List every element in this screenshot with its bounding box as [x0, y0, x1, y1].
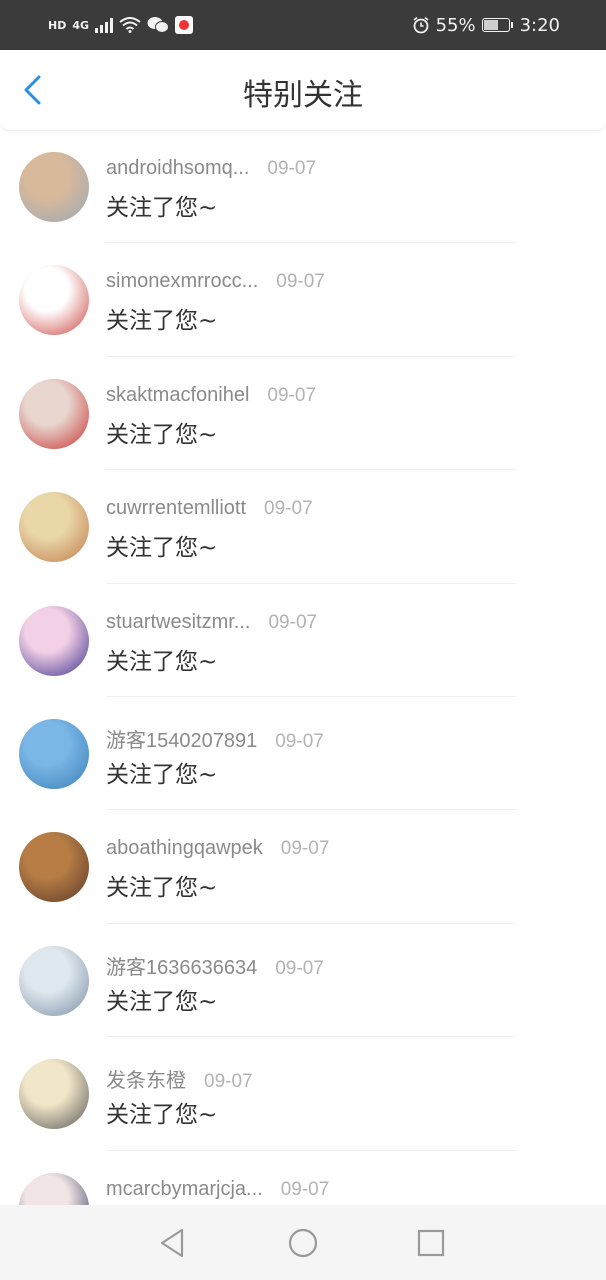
list-item[interactable]: skaktmacfonihel 09-07 关注了您~ — [0, 357, 606, 471]
follow-date: 09-07 — [275, 730, 324, 752]
follow-date: 09-07 — [267, 158, 317, 179]
user-name: simonexmrrocc... 09-07 — [106, 270, 325, 293]
user-name: aboathingqawpek 09-07 — [106, 837, 329, 860]
avatar[interactable] — [19, 945, 89, 1016]
list-item[interactable]: cuwrrentemlliott 09-07 关注了您~ — [0, 470, 606, 584]
user-name-text: 游客1636636634 — [106, 956, 258, 979]
follow-date: 09-07 — [275, 957, 324, 979]
user-name: cuwrrentemlliott 09-07 — [106, 497, 313, 520]
user-name: skaktmacfonihel 09-07 — [106, 384, 316, 407]
list-item[interactable]: mcarcbymarjcja...09-07关注了您~ — [0, 1151, 606, 1205]
battery-icon — [481, 18, 513, 32]
avatar[interactable] — [19, 832, 89, 903]
list-item[interactable]: androidhsomq... 09-07 关注了您~ — [0, 130, 606, 244]
avatar[interactable] — [19, 1172, 89, 1205]
follow-message: 关注了您~ — [106, 648, 218, 675]
user-name: stuartwesitzmr... 09-07 — [106, 611, 317, 634]
user-name-text: aboathingqawpek — [106, 837, 263, 860]
follow-message: 关注了您~ — [106, 195, 218, 221]
follow-date: 09-07 — [264, 498, 313, 520]
follow-message: 关注了您~ — [106, 421, 218, 448]
list-item[interactable]: stuartwesitzmr... 09-07 关注了您~ — [0, 584, 606, 697]
recents-square-icon[interactable] — [415, 1227, 447, 1259]
follow-message: 关注了您~ — [106, 875, 218, 902]
follow-date: 09-07 — [267, 384, 317, 406]
user-name-text: stuartwesitzmr... — [106, 610, 251, 633]
follow-date: 09-07 — [280, 838, 330, 860]
avatar[interactable] — [19, 718, 89, 789]
follow-message: 关注了您~ — [106, 308, 218, 335]
app-notification-icon — [175, 16, 194, 34]
user-name-text: androidhsomq... — [106, 157, 250, 179]
back-triangle-icon[interactable] — [157, 1227, 189, 1259]
avatar[interactable] — [19, 605, 89, 676]
page-title: 特别关注 — [243, 78, 363, 113]
follow-date: 09-07 — [280, 1178, 330, 1200]
user-name-text: cuwrrentemlliott — [106, 497, 247, 520]
battery-percent: 55% — [435, 14, 476, 36]
avatar[interactable] — [19, 378, 89, 449]
user-name: mcarcbymarjcja... 09-07 — [106, 1178, 329, 1201]
system-nav-bar — [0, 1205, 606, 1280]
list-item[interactable]: 发条东橙 09-07 关注了您~ — [0, 1037, 606, 1151]
follow-list: androidhsomq... 09-07 关注了您~ simonexmrrocc..… — [0, 130, 606, 1205]
user-name-text: skaktmacfonihel — [106, 383, 250, 406]
follow-message: 关注了您~ — [106, 535, 218, 562]
user-name-text: 游客1540207891 — [106, 729, 258, 752]
app-header: 特别关注 — [0, 50, 606, 131]
follow-date: 09-07 — [276, 271, 325, 293]
user-name: 游客1540207891 09-07 — [106, 724, 324, 753]
home-circle-icon[interactable] — [287, 1227, 319, 1259]
user-name-text: mcarcbymarjcja... — [106, 1177, 263, 1200]
clock: 3:20 — [519, 14, 560, 36]
follow-date: 09-07 — [268, 611, 318, 633]
list-item[interactable]: 游客1540207891 09-07 关注了您~ — [0, 697, 606, 811]
user-name: 游客1636636634 09-07 — [106, 951, 324, 980]
user-name-text: simonexmrrocc... — [106, 270, 259, 293]
wifi-icon — [119, 17, 141, 33]
avatar[interactable] — [19, 1059, 89, 1130]
hd-icon: HD — [48, 18, 67, 32]
avatar[interactable] — [19, 492, 89, 563]
list-item[interactable]: simonexmrrocc... 09-07 关注了您~ — [0, 243, 606, 357]
user-name-text: 发条东橙 — [106, 1070, 186, 1093]
status-bar: HD 4G 55% 3:20 — [0, 0, 606, 50]
follow-message: 关注了您~ — [106, 1102, 218, 1129]
follow-date: 09-07 — [204, 1071, 253, 1093]
avatar[interactable] — [19, 265, 89, 336]
signal-icon — [95, 17, 114, 33]
user-name: androidhsomq... 09-07 — [106, 157, 316, 180]
alarm-icon — [413, 16, 429, 34]
avatar[interactable] — [19, 152, 89, 222]
list-item[interactable]: aboathingqawpek 09-07 关注了您~ — [0, 810, 606, 924]
network-type: 4G — [72, 18, 90, 32]
wechat-icon — [147, 17, 170, 33]
list-item[interactable]: 游客1636636634 09-07 关注了您~ — [0, 924, 606, 1038]
user-name: 发条东橙 09-07 — [106, 1064, 253, 1093]
follow-message: 关注了您~ — [106, 761, 218, 788]
follow-message: 关注了您~ — [106, 988, 218, 1015]
